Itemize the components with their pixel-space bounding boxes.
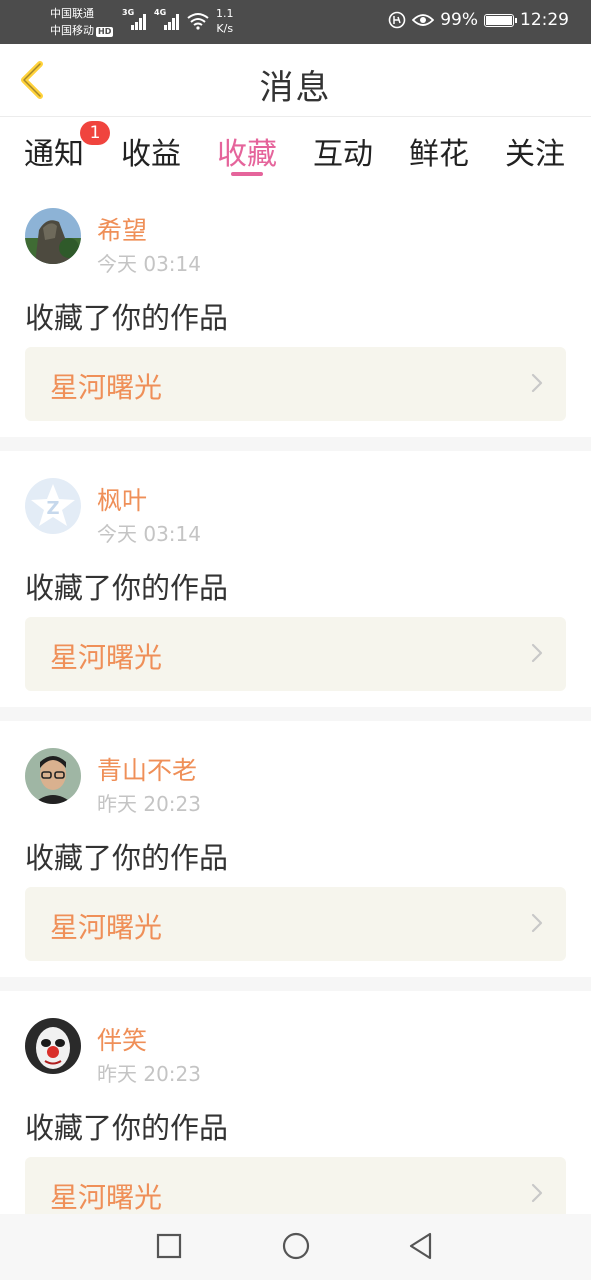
tab-earnings[interactable]: 收益: [121, 129, 181, 173]
timestamp: 昨天 20:23: [97, 1062, 201, 1086]
user-name[interactable]: 枫叶: [97, 481, 147, 517]
carrier-2: 中国移动: [50, 24, 94, 37]
eye-icon: [412, 14, 435, 26]
status-right: 99% 12:29: [388, 10, 569, 30]
list-item: 希望 今天 03:14 收藏了你的作品 星河曙光: [0, 181, 591, 451]
chevron-right-icon: [531, 913, 543, 933]
carrier-1: 中国联通: [50, 7, 94, 20]
nfc-icon: [388, 11, 406, 29]
chevron-right-icon: [531, 643, 543, 663]
tab-favorites[interactable]: 收藏: [217, 129, 277, 173]
list-item: Z 枫叶 今天 03:14 收藏了你的作品 星河曙光: [0, 451, 591, 721]
chevron-right-icon: [531, 373, 543, 393]
speed-value: 1.1: [216, 7, 234, 20]
system-nav-bar: [0, 1214, 591, 1280]
work-title: 星河曙光: [50, 371, 163, 404]
user-name[interactable]: 伴笑: [97, 1021, 147, 1057]
speed-unit: K/s: [216, 22, 234, 35]
avatar[interactable]: Z: [25, 478, 81, 534]
avatar[interactable]: [25, 208, 81, 264]
tab-notifications[interactable]: 通知 1: [24, 121, 110, 173]
tab-label: 互动: [313, 137, 373, 172]
action-text: 收藏了你的作品: [25, 1111, 229, 1145]
avatar[interactable]: [25, 748, 81, 804]
message-list: 希望 今天 03:14 收藏了你的作品 星河曙光 Z 枫叶 今天 03:14 收…: [0, 181, 591, 1261]
back-nav-icon[interactable]: [407, 1231, 433, 1261]
tab-flowers[interactable]: 鲜花: [409, 129, 469, 173]
action-text: 收藏了你的作品: [25, 571, 229, 605]
page-title: 消息: [259, 68, 332, 108]
active-tab-indicator: [231, 172, 263, 176]
signal-icon: [131, 14, 146, 30]
svg-text:Z: Z: [46, 498, 59, 519]
tab-label: 通知: [24, 137, 84, 172]
tab-bar: 通知 1 收益 收藏 互动 鲜花 关注: [0, 117, 591, 181]
clock: 12:29: [520, 10, 569, 30]
recent-apps-icon[interactable]: [156, 1231, 182, 1261]
network-speed: 1.1 K/s: [216, 6, 234, 36]
work-title: 星河曙光: [50, 1181, 163, 1214]
home-icon[interactable]: [281, 1231, 311, 1261]
work-link[interactable]: 星河曙光: [25, 887, 566, 961]
timestamp: 今天 03:14: [97, 252, 201, 276]
user-name[interactable]: 希望: [97, 211, 147, 247]
action-text: 收藏了你的作品: [25, 841, 229, 875]
header: 消息: [0, 44, 591, 117]
status-bar: 中国联通 中国移动 HD 3G 4G 1.1 K/s 99% 12:29: [0, 0, 591, 44]
wifi-icon: [187, 13, 209, 30]
avatar[interactable]: [25, 1018, 81, 1074]
action-text: 收藏了你的作品: [25, 301, 229, 335]
tab-follows[interactable]: 关注: [505, 129, 565, 173]
user-name[interactable]: 青山不老: [97, 751, 197, 787]
unread-badge: 1: [80, 121, 110, 145]
chevron-right-icon: [531, 1183, 543, 1203]
work-title: 星河曙光: [50, 641, 163, 674]
work-link[interactable]: 星河曙光: [25, 347, 566, 421]
tab-label: 鲜花: [409, 137, 469, 172]
hd-badge: HD: [96, 27, 114, 37]
battery-icon: [484, 13, 517, 27]
carrier-info: 中国联通 中国移动 HD: [50, 5, 114, 39]
work-title: 星河曙光: [50, 911, 163, 944]
signal-icon-2: [164, 14, 179, 30]
battery-percent: 99%: [440, 10, 478, 30]
timestamp: 今天 03:14: [97, 522, 201, 546]
tab-label: 收益: [121, 137, 181, 172]
tab-label: 关注: [505, 137, 565, 172]
tab-interactions[interactable]: 互动: [313, 129, 373, 173]
work-link[interactable]: 星河曙光: [25, 617, 566, 691]
timestamp: 昨天 20:23: [97, 792, 201, 816]
list-item: 青山不老 昨天 20:23 收藏了你的作品 星河曙光: [0, 721, 591, 991]
tab-label: 收藏: [217, 137, 277, 172]
